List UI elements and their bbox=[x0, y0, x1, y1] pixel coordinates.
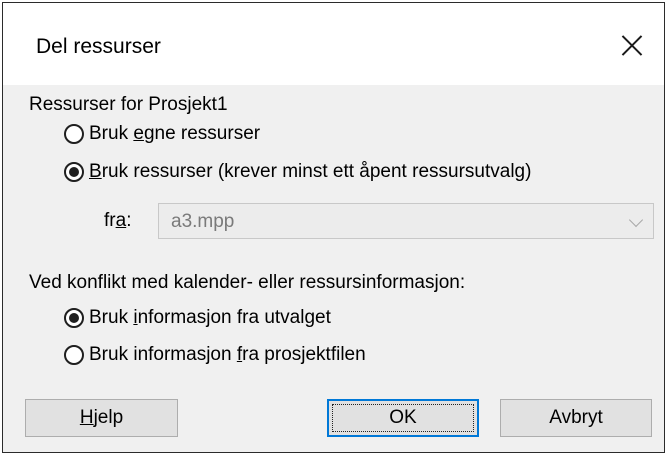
dialog-body: Ressurser for Prosjekt1 Bruk egne ressur… bbox=[3, 85, 664, 452]
radio-use-pool-resources[interactable]: Bruk ressurser (krever minst ett åpent r… bbox=[64, 161, 531, 183]
dialog-title: Del ressurser bbox=[36, 35, 161, 58]
help-button[interactable]: Hjelp bbox=[25, 399, 178, 437]
close-icon[interactable] bbox=[612, 28, 652, 68]
share-resources-dialog: Del ressurser Ressurser for Prosjekt1 Br… bbox=[2, 2, 665, 453]
ok-button[interactable]: OK bbox=[327, 399, 479, 437]
radio-label: Bruk informasjon fra utvalget bbox=[89, 307, 331, 328]
conflict-group-label: Ved konflikt med kalender- eller ressurs… bbox=[29, 272, 466, 293]
from-label: fra: bbox=[104, 210, 132, 231]
radio-use-own-resources[interactable]: Bruk egne ressurser bbox=[64, 123, 260, 145]
radio-circle-selected[interactable] bbox=[64, 162, 84, 182]
cancel-button[interactable]: Avbryt bbox=[500, 399, 652, 437]
radio-use-pool-info[interactable]: Bruk informasjon fra utvalget bbox=[64, 307, 331, 329]
cancel-button-label: Avbryt bbox=[549, 407, 603, 428]
radio-circle[interactable] bbox=[64, 124, 84, 144]
resources-group-label: Ressurser for Prosjekt1 bbox=[29, 94, 228, 115]
radio-use-project-info[interactable]: Bruk informasjon fra prosjektfilen bbox=[64, 344, 366, 366]
chevron-down-icon[interactable] bbox=[628, 212, 644, 228]
radio-circle-selected[interactable] bbox=[64, 308, 84, 328]
radio-label: Bruk informasjon fra prosjektfilen bbox=[89, 344, 366, 365]
radio-circle[interactable] bbox=[64, 345, 84, 365]
radio-label: Bruk ressurser (krever minst ett åpent r… bbox=[89, 161, 532, 182]
help-button-label: Hjelp bbox=[79, 407, 124, 428]
radio-label: Bruk egne ressurser bbox=[89, 123, 261, 144]
from-dropdown-value: a3.mpp bbox=[171, 211, 235, 232]
focus-rectangle bbox=[332, 404, 474, 432]
from-dropdown[interactable]: a3.mpp bbox=[158, 203, 654, 239]
title-bar: Del ressurser bbox=[3, 3, 664, 85]
